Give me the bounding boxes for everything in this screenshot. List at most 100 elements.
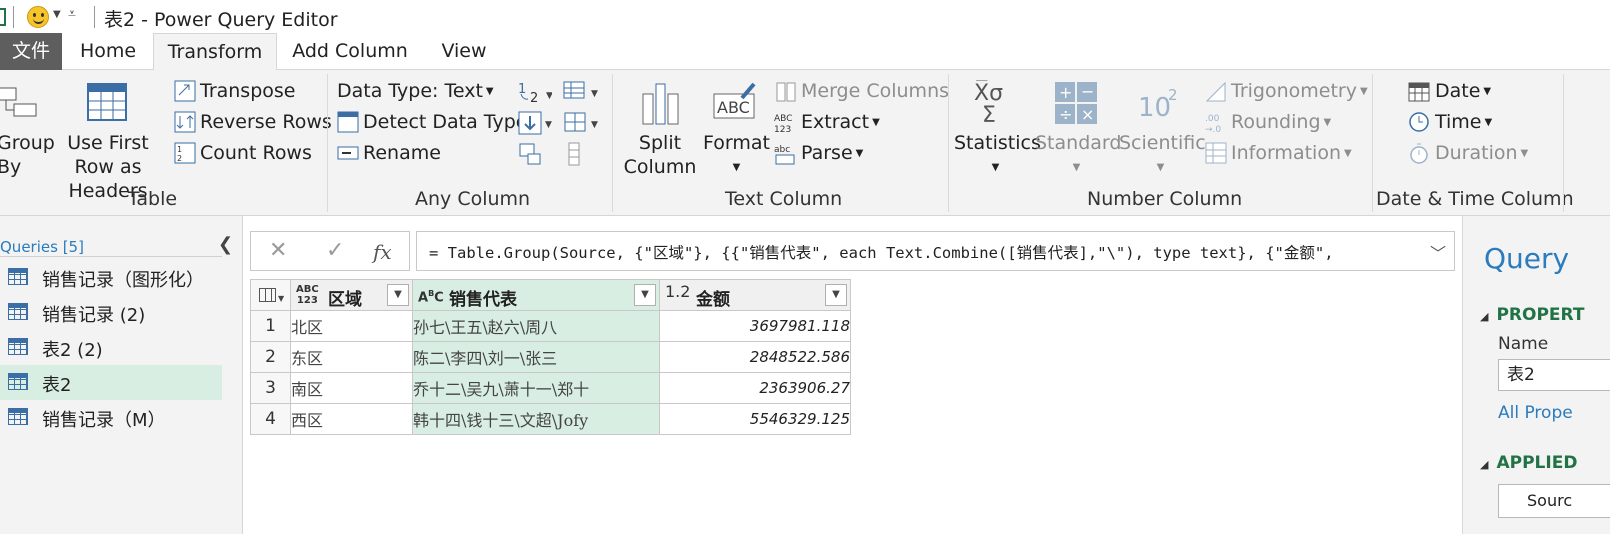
table-icon — [8, 338, 28, 355]
standard-dropdown[interactable]: ▼ — [1035, 155, 1115, 180]
tab-home[interactable]: Home — [68, 33, 148, 70]
cancel-icon[interactable]: ✕ — [269, 238, 287, 263]
time-dropdown[interactable]: Time ▼ — [1435, 111, 1492, 133]
title-separator — [94, 6, 95, 28]
tab-file[interactable]: 文件 — [0, 33, 62, 70]
rounding-dropdown[interactable]: Rounding ▼ — [1231, 111, 1331, 133]
region-cell[interactable]: 北区 — [290, 310, 413, 342]
chevron-down-icon: ▼ — [1520, 148, 1529, 159]
row-number[interactable]: 2 — [250, 341, 291, 373]
tab-view[interactable]: View — [430, 33, 498, 70]
svg-text:abc: abc — [774, 145, 790, 155]
scientific-dropdown[interactable]: ▼ — [1119, 155, 1199, 180]
query-item-selected[interactable]: 表2 — [0, 365, 222, 400]
fill-down-icon[interactable]: ▼ — [518, 111, 552, 140]
replace-values-icon[interactable]: 1 2 ▼ — [518, 80, 553, 109]
rename-icon — [337, 142, 359, 169]
check-icon[interactable]: ✓ — [326, 238, 344, 263]
unpivot-columns-icon[interactable]: ▼ — [563, 80, 601, 109]
amount-cell[interactable]: 5546329.125 — [659, 403, 851, 435]
amount-cell[interactable]: 2363906.27 — [659, 372, 851, 404]
all-properties-link[interactable]: All Prope — [1498, 403, 1573, 423]
group-separator — [948, 74, 949, 212]
table-row[interactable]: 3 南区 乔十二\吴九\萧十一\郑十 2363906.27 — [250, 372, 851, 404]
parse-dropdown[interactable]: Parse ▼ — [801, 142, 863, 164]
reps-cell[interactable]: 孙七\王五\赵六\周八 — [412, 310, 660, 342]
row-number[interactable]: 3 — [250, 372, 291, 404]
formula-bar[interactable]: = Table.Group(Source, {"区域"}, {{"销售代表", … — [416, 231, 1455, 271]
formula-text[interactable]: = Table.Group(Source, {"区域"}, {{"销售代表", … — [429, 241, 1334, 263]
transpose-button[interactable]: Transpose — [200, 80, 295, 102]
smiley-icon[interactable] — [27, 6, 49, 28]
number-column-group-label: Number Column — [1087, 188, 1243, 210]
parse-label: Parse — [801, 142, 853, 164]
column-header[interactable]: ABC 123 区域 ▼ — [290, 279, 413, 311]
tab-transform[interactable]: Transform — [153, 33, 277, 71]
detect-data-type-button[interactable]: Detect Data Type — [363, 111, 527, 133]
format-button[interactable]: Format — [703, 131, 770, 155]
count-rows-button[interactable]: Count Rows — [200, 142, 312, 164]
reps-cell[interactable]: 乔十二\吴九\萧十一\郑十 — [412, 372, 660, 404]
reps-cell[interactable]: 陈二\李四\刘一\张三 — [412, 341, 660, 373]
query-item[interactable]: 销售记录（图形化） — [0, 260, 222, 295]
split-column-button[interactable]: Split Column — [618, 131, 702, 179]
fx-icon[interactable]: fx — [373, 240, 392, 264]
svg-text:1: 1 — [177, 145, 182, 154]
table-row[interactable]: 1 北区 孙七\王五\赵六\周八 3697981.118 — [250, 310, 851, 342]
table-row[interactable]: 4 西区 韩十四\钱十三\文超\Jofy 5546329.125 — [250, 403, 851, 435]
statistics-button[interactable]: Statistics — [954, 131, 1041, 155]
trigonometry-dropdown[interactable]: Trigonometry ▼ — [1231, 80, 1368, 102]
pivot-column-icon[interactable] — [566, 142, 582, 171]
amount-cell[interactable]: 2848522.586 — [659, 341, 851, 373]
chevron-down-icon[interactable]: ﹀ — [1430, 240, 1446, 264]
format-dropdown[interactable]: ▼ — [703, 155, 767, 180]
statistics-dropdown[interactable]: ▼ — [954, 155, 1034, 180]
data-type-label: Data Type: Text — [337, 80, 483, 102]
applied-steps-section[interactable]: ◢ APPLIED — [1480, 453, 1577, 473]
extract-dropdown[interactable]: Extract ▼ — [801, 111, 880, 133]
data-type-dropdown[interactable]: Data Type: Text ▼ — [337, 80, 494, 102]
merge-columns-button[interactable]: Merge Columns — [801, 80, 949, 102]
properties-section[interactable]: ◢ PROPERT — [1480, 305, 1584, 325]
rename-button[interactable]: Rename — [363, 142, 441, 164]
filter-dropdown-icon[interactable]: ▼ — [387, 283, 409, 306]
applied-step-item[interactable]: Sourc — [1498, 484, 1610, 518]
column-header-selected[interactable]: ABC 销售代表 ▼ — [412, 279, 660, 311]
table-icon — [8, 268, 28, 285]
filter-dropdown-icon[interactable]: ▼ — [634, 283, 656, 306]
duration-dropdown[interactable]: Duration ▼ — [1435, 142, 1528, 164]
tab-add-column[interactable]: Add Column — [284, 33, 416, 70]
region-cell[interactable]: 南区 — [290, 372, 413, 404]
table-row[interactable]: 2 东区 陈二\李四\刘一\张三 2848522.586 — [250, 341, 851, 373]
row-number[interactable]: 1 — [250, 310, 291, 342]
standard-button[interactable]: Standard — [1035, 131, 1121, 155]
datetime-column-group-label: Date & Time Column — [1376, 188, 1574, 210]
parse-icon: abc — [774, 142, 798, 171]
svg-text:123: 123 — [774, 125, 791, 135]
move-column-icon[interactable]: ▼ — [563, 111, 601, 140]
convert-to-list-icon[interactable] — [518, 142, 542, 171]
svg-text:▼: ▼ — [591, 89, 598, 99]
region-cell[interactable]: 西区 — [290, 403, 413, 435]
reverse-rows-button[interactable]: Reverse Rows — [200, 111, 332, 133]
collapse-pane-icon[interactable]: ❮ — [218, 234, 233, 255]
region-cell[interactable]: 东区 — [290, 341, 413, 373]
query-item[interactable]: 表2 (2) — [0, 330, 222, 365]
filter-dropdown-icon[interactable]: ▼ — [825, 283, 847, 306]
table-menu-button[interactable]: ▼ — [250, 279, 291, 311]
quick-access-customize-icon[interactable]: ⩡ — [68, 6, 76, 22]
query-item[interactable]: 销售记录（M） — [0, 400, 222, 435]
name-input[interactable]: 表2 — [1498, 359, 1610, 391]
group-by-button[interactable]: Group By — [0, 131, 55, 179]
chevron-down-icon[interactable]: ▼ — [53, 9, 61, 20]
row-number[interactable]: 4 — [250, 403, 291, 435]
query-item[interactable]: 销售记录 (2) — [0, 295, 222, 330]
reps-cell[interactable]: 韩十四\钱十三\文超\Jofy — [412, 403, 660, 435]
svg-text:1: 1 — [518, 82, 526, 97]
column-header[interactable]: 1.2 金额 ▼ — [659, 279, 851, 311]
information-dropdown[interactable]: Information ▼ — [1231, 142, 1352, 164]
scientific-button[interactable]: Scientific — [1119, 131, 1206, 155]
amount-cell[interactable]: 3697981.118 — [659, 310, 851, 342]
chevron-down-icon: ▼ — [1156, 161, 1165, 173]
date-dropdown[interactable]: Date ▼ — [1435, 80, 1491, 102]
